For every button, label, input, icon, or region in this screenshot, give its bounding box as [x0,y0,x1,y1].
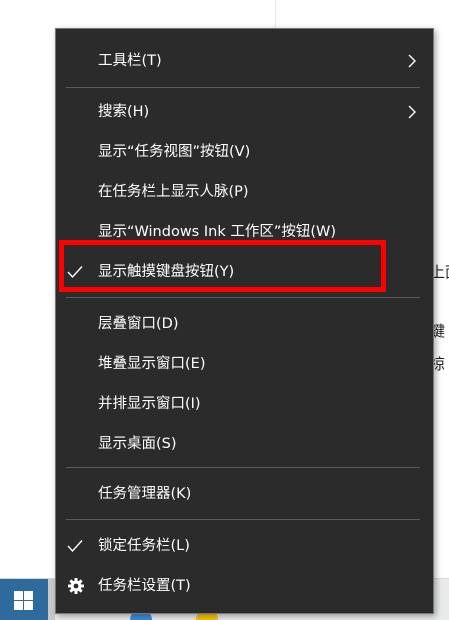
menu-item-label: 显示桌面(S) [98,436,177,452]
menu-item-label: 层叠窗口(D) [98,316,179,332]
start-button[interactable] [0,579,48,620]
taskbar-edge [48,579,55,620]
menu-item-label: 显示触摸键盘按钮(Y) [98,264,235,280]
chevron-right-icon [408,105,416,119]
menu-item-lock-taskbar[interactable]: 锁定任务栏(L) [56,526,433,566]
menu-separator [66,297,420,298]
menu-separator [66,467,420,468]
menu-item-label: 锁定任务栏(L) [98,538,190,554]
menu-item-touch-keyboard-button[interactable]: 显示触摸键盘按钮(Y) [56,252,433,292]
checkmark-icon [67,266,83,279]
windows-logo-icon [14,591,33,610]
menu-item-label: 堆叠显示窗口(E) [98,356,206,372]
menu-item-label: 任务管理器(K) [98,486,192,502]
menu-item-side-by-side-windows[interactable]: 并排显示窗口(I) [56,384,433,424]
menu-item-stack-windows[interactable]: 堆叠显示窗口(E) [56,344,433,384]
menu-item-label: 在任务栏上显示人脉(P) [98,184,249,200]
menu-item-label: 并排显示窗口(I) [98,396,201,412]
menu-item-show-desktop[interactable]: 显示桌面(S) [56,424,433,464]
gear-icon [68,578,84,594]
menu-item-toolbars[interactable]: 工具栏(T) [56,41,433,81]
taskbar-context-menu: 工具栏(T) 搜索(H) 显示“任务视图”按钮(V) 在任务栏上显示人脉(P) … [55,28,434,614]
menu-item-cascade-windows[interactable]: 层叠窗口(D) [56,304,433,344]
menu-item-show-people[interactable]: 在任务栏上显示人脉(P) [56,172,433,212]
menu-item-label: 任务栏设置(T) [98,578,191,594]
menu-item-label: 显示“Windows Ink 工作区”按钮(W) [98,224,336,240]
menu-item-label: 显示“任务视图”按钮(V) [98,144,251,160]
checkmark-icon [67,540,83,553]
menu-item-search[interactable]: 搜索(H) [56,92,433,132]
menu-item-windows-ink-button[interactable]: 显示“Windows Ink 工作区”按钮(W) [56,212,433,252]
menu-separator [66,519,420,520]
menu-item-label: 搜索(H) [98,104,150,120]
menu-item-task-view-button[interactable]: 显示“任务视图”按钮(V) [56,132,433,172]
chevron-right-icon [408,54,416,68]
menu-item-taskbar-settings[interactable]: 任务栏设置(T) [56,566,433,606]
menu-item-label: 工具栏(T) [98,53,162,69]
menu-separator [66,87,420,88]
menu-item-task-manager[interactable]: 任务管理器(K) [56,474,433,514]
